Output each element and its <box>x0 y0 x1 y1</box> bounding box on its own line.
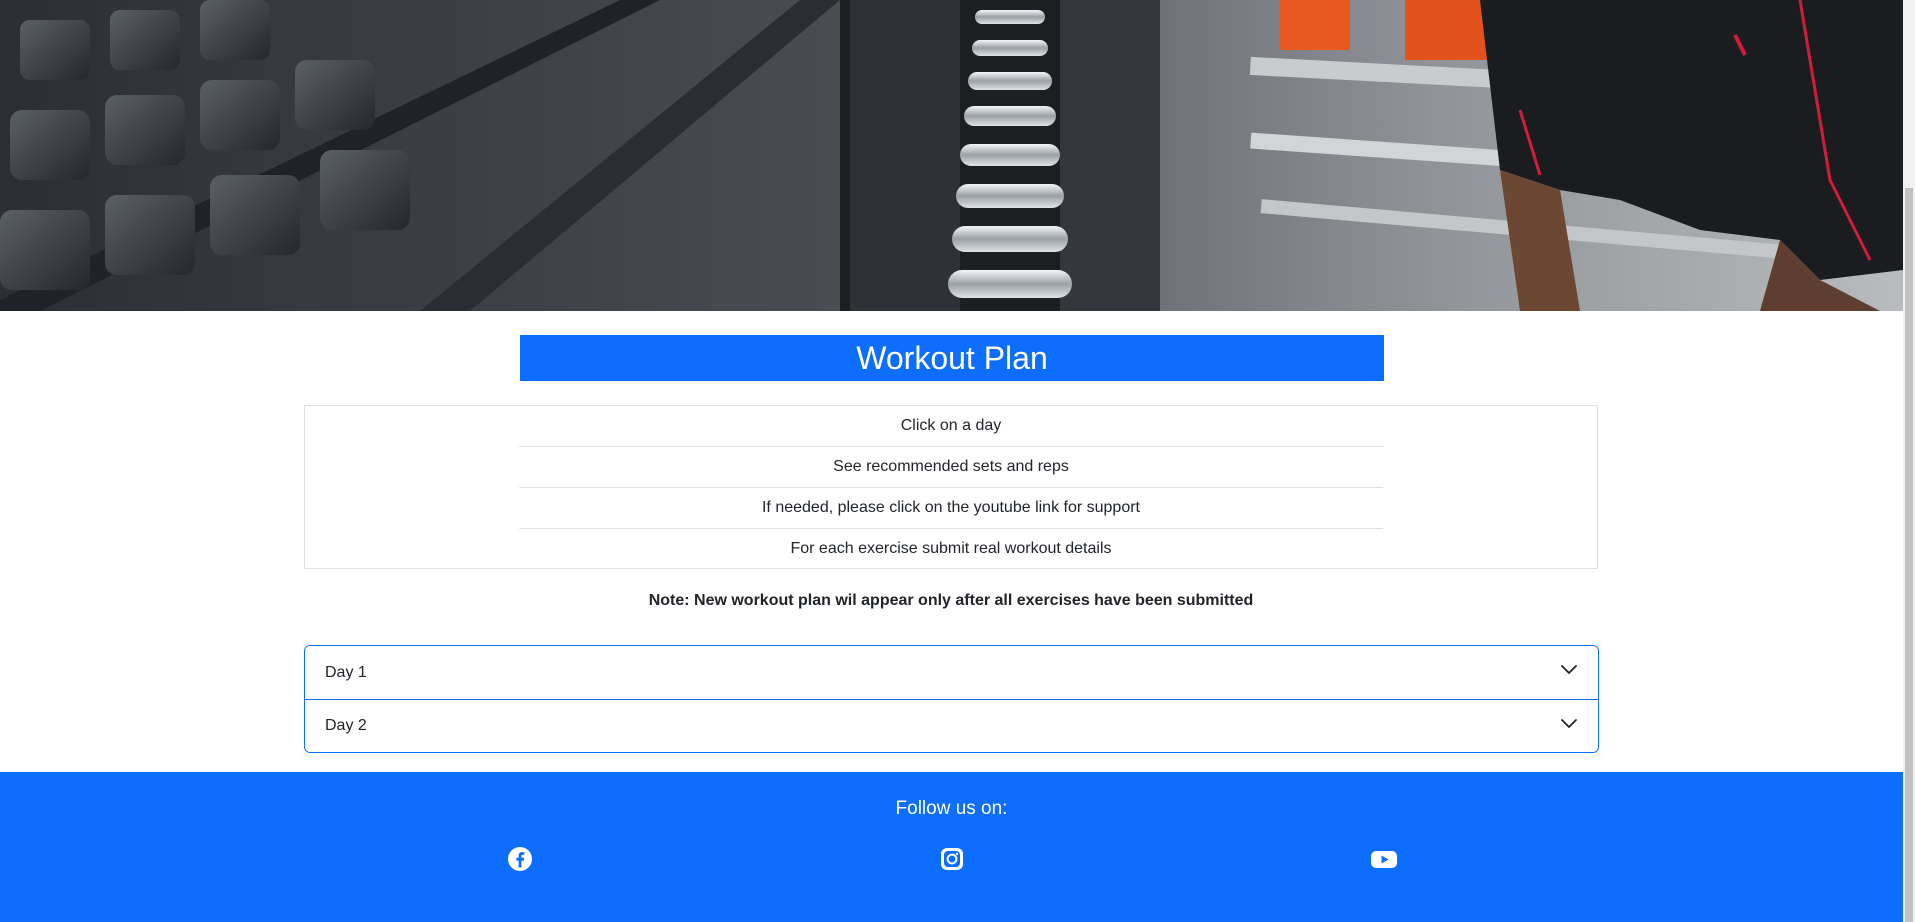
instructions-list: Click on a day See recommended sets and … <box>519 406 1383 570</box>
footer: Follow us on: <box>0 772 1903 922</box>
page-title: Workout Plan <box>520 335 1384 381</box>
page-scrollbar[interactable] <box>1903 0 1915 922</box>
instruction-item: For each exercise submit real workout de… <box>790 540 1112 557</box>
instruction-item: Click on a day <box>519 406 1383 447</box>
facebook-icon[interactable] <box>507 846 533 872</box>
hero-image <box>0 0 1903 311</box>
follow-us-label: Follow us on: <box>895 798 1008 819</box>
instructions-box: Click on a day See recommended sets and … <box>304 405 1598 569</box>
note-text: Note: New workout plan wil appear only a… <box>648 592 1254 609</box>
instruction-item: If needed, please click on the youtube l… <box>519 488 1383 529</box>
accordion-day-2[interactable]: Day 2 <box>305 699 1598 752</box>
hero-photo-illustration <box>0 0 1903 311</box>
accordion-day-1[interactable]: Day 1 <box>305 646 1598 699</box>
instruction-item: See recommended sets and reps <box>519 447 1383 488</box>
youtube-icon[interactable] <box>1370 846 1397 872</box>
accordion-day-label: Day 1 <box>325 663 367 681</box>
scrollbar-thumb[interactable] <box>1905 188 1913 922</box>
day-accordion: Day 1 Day 2 <box>304 645 1599 753</box>
instagram-icon[interactable] <box>939 846 965 872</box>
page: Workout Plan Click on a day See recommen… <box>0 0 1915 922</box>
accordion-day-label: Day 2 <box>325 717 367 734</box>
chevron-down-icon <box>1560 661 1578 684</box>
chevron-down-icon <box>1560 715 1578 738</box>
